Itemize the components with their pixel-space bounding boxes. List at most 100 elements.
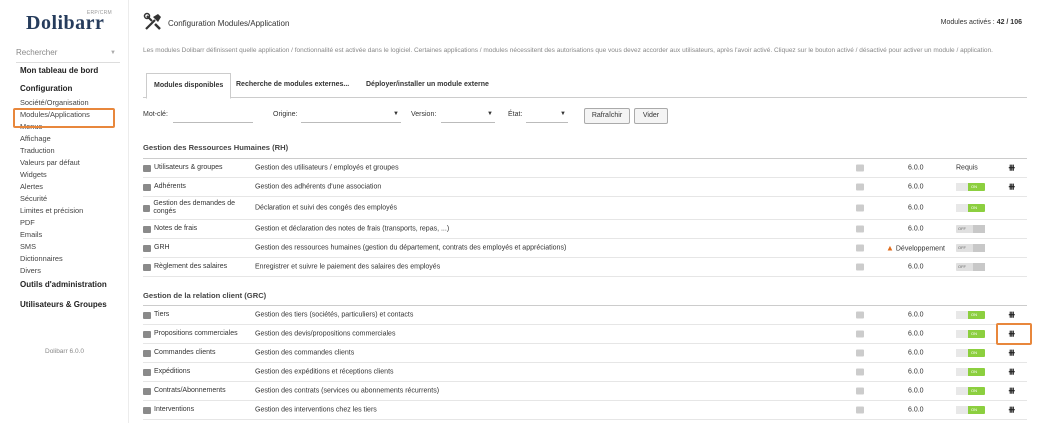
sidebar-item[interactable]: Société/Organisation [20, 98, 89, 107]
info-icon[interactable] [856, 225, 864, 233]
settings-icon[interactable]: ⧻ [1008, 405, 1015, 416]
module-status[interactable]: OFF [956, 225, 985, 233]
toggle-on[interactable]: ON [956, 311, 985, 319]
module-icon [143, 263, 151, 271]
module-status[interactable]: ON [956, 368, 985, 376]
toggle-on[interactable]: ON [956, 387, 985, 395]
toggle-text: ON [971, 388, 977, 393]
info-icon[interactable] [856, 164, 864, 172]
module-description: Gestion des utilisateurs / employés et g… [255, 164, 399, 172]
sidebar-item[interactable]: SMS [20, 242, 36, 251]
origin-select[interactable]: ▼ [301, 108, 401, 123]
module-status[interactable]: ON [956, 311, 985, 319]
info-icon[interactable] [856, 244, 864, 252]
sidebar-item[interactable]: Configuration [20, 84, 72, 93]
module-name-cell: Notes de frais [143, 225, 251, 233]
chevron-down-icon: ▼ [487, 111, 493, 117]
module-status[interactable]: ON [956, 183, 985, 191]
module-status[interactable]: OFF [956, 244, 985, 252]
sidebar-item[interactable]: Sécurité [20, 194, 47, 203]
module-name-cell: Interventions [143, 406, 251, 414]
toggle-text: OFF [958, 264, 966, 269]
info-icon[interactable] [856, 263, 864, 271]
toggle-off[interactable]: OFF [956, 244, 985, 252]
section-title-rh: Gestion des Ressources Humaines (RH) [143, 143, 289, 152]
info-icon[interactable] [856, 311, 864, 319]
chevron-down-icon: ▼ [560, 111, 566, 117]
module-version: 6.0.0 [908, 388, 924, 395]
module-version-text: 6.0.0 [908, 349, 924, 357]
toggle-off[interactable]: OFF [956, 225, 985, 233]
sidebar-item[interactable]: Alertes [20, 182, 43, 191]
settings-icon[interactable]: ⧻ [1008, 163, 1015, 174]
settings-icon[interactable]: ⧻ [1008, 348, 1015, 359]
module-version: 6.0.0 [908, 350, 924, 357]
module-status[interactable]: ON [956, 406, 985, 414]
info-icon[interactable] [856, 349, 864, 357]
toggle-on[interactable]: ON [956, 204, 985, 212]
module-status[interactable]: Requis [956, 165, 978, 172]
settings-icon[interactable]: ⧻ [1008, 386, 1015, 397]
state-select[interactable]: ▼ [526, 108, 568, 123]
module-description: Gestion des expéditions et réceptions cl… [255, 368, 394, 376]
refresh-button[interactable]: Rafraîchir [584, 108, 630, 124]
sidebar-item[interactable]: Valeurs par défaut [20, 158, 80, 167]
info-icon[interactable] [856, 204, 864, 212]
module-description: Gestion des tiers (sociétés, particulier… [255, 311, 414, 319]
info-icon[interactable] [856, 387, 864, 395]
sidebar-item[interactable]: Utilisateurs & Groupes [20, 300, 107, 309]
toggle-on[interactable]: ON [956, 183, 985, 191]
module-name: Expéditions [154, 368, 191, 375]
module-version-text: 6.0.0 [908, 387, 924, 395]
search-input[interactable]: Rechercher ▼ [16, 48, 120, 63]
modules-table-rh: Utilisateurs & groupes Gestion des utilis… [143, 158, 1027, 277]
toggle-on[interactable]: ON [956, 406, 985, 414]
module-row: Tiers Gestion des tiers (sociétés, partic… [143, 306, 1027, 325]
sidebar-item[interactable]: Mon tableau de bord [20, 66, 98, 75]
page-header: Configuration Modules/Application Module… [143, 12, 1027, 34]
sidebar-item[interactable]: Traduction [20, 146, 55, 155]
module-status[interactable]: ON [956, 204, 985, 212]
info-icon[interactable] [856, 406, 864, 414]
modules-count-value: 42 / 106 [996, 19, 1022, 26]
module-row: Contrats/Abonnements Gestion des contrats… [143, 382, 1027, 401]
tab-recherche-modules-externes[interactable]: Recherche de modules externes... [229, 73, 356, 96]
sidebar-item[interactable]: PDF [20, 218, 35, 227]
module-status[interactable]: ON [956, 349, 985, 357]
warning-icon: ▲ [886, 243, 894, 253]
info-icon[interactable] [856, 330, 864, 338]
toggle-on[interactable]: ON [956, 330, 985, 338]
module-name: Contrats/Abonnements [154, 387, 226, 394]
sidebar-item[interactable]: Outils d'administration [20, 280, 107, 289]
keyword-input[interactable] [173, 108, 253, 123]
module-version-text: 6.0.0 [908, 406, 924, 414]
module-version: 6.0.0 [908, 407, 924, 414]
info-icon[interactable] [856, 183, 864, 191]
toggle-on[interactable]: ON [956, 368, 985, 376]
settings-icon[interactable]: ⧻ [1008, 182, 1015, 193]
sidebar-item[interactable]: Widgets [20, 170, 47, 179]
module-status[interactable]: OFF [956, 263, 985, 271]
clear-button[interactable]: Vider [634, 108, 668, 124]
version-select[interactable]: ▼ [441, 108, 495, 123]
sidebar-item[interactable]: Limites et précision [20, 206, 83, 215]
info-icon[interactable] [856, 368, 864, 376]
settings-icon[interactable]: ⧻ [1008, 310, 1015, 321]
settings-icon[interactable]: ⧻ [1008, 367, 1015, 378]
module-version: 6.0.0 [908, 184, 924, 191]
module-description: Enregistrer et suivre le paiement des sa… [255, 263, 441, 271]
toggle-off[interactable]: OFF [956, 263, 985, 271]
sidebar-item[interactable]: Affichage [20, 134, 51, 143]
module-status[interactable]: ON [956, 387, 985, 395]
tab-deployer-module-externe[interactable]: Déployer/installer un module externe [359, 73, 496, 96]
sidebar-item[interactable]: Emails [20, 230, 42, 239]
toggle-text: ON [971, 407, 977, 412]
sidebar-item[interactable]: Dictionnaires [20, 254, 63, 263]
module-icon [143, 244, 151, 252]
tab-modules-disponibles[interactable]: Modules disponibles [146, 73, 232, 99]
sidebar-item[interactable]: Divers [20, 266, 41, 275]
toggle-on[interactable]: ON [956, 349, 985, 357]
module-description: Gestion et déclaration des notes de frai… [255, 225, 450, 233]
module-status[interactable]: ON [956, 330, 985, 338]
dolibarr-logo[interactable]: Dolibarr ERP/CRM [26, 10, 112, 34]
